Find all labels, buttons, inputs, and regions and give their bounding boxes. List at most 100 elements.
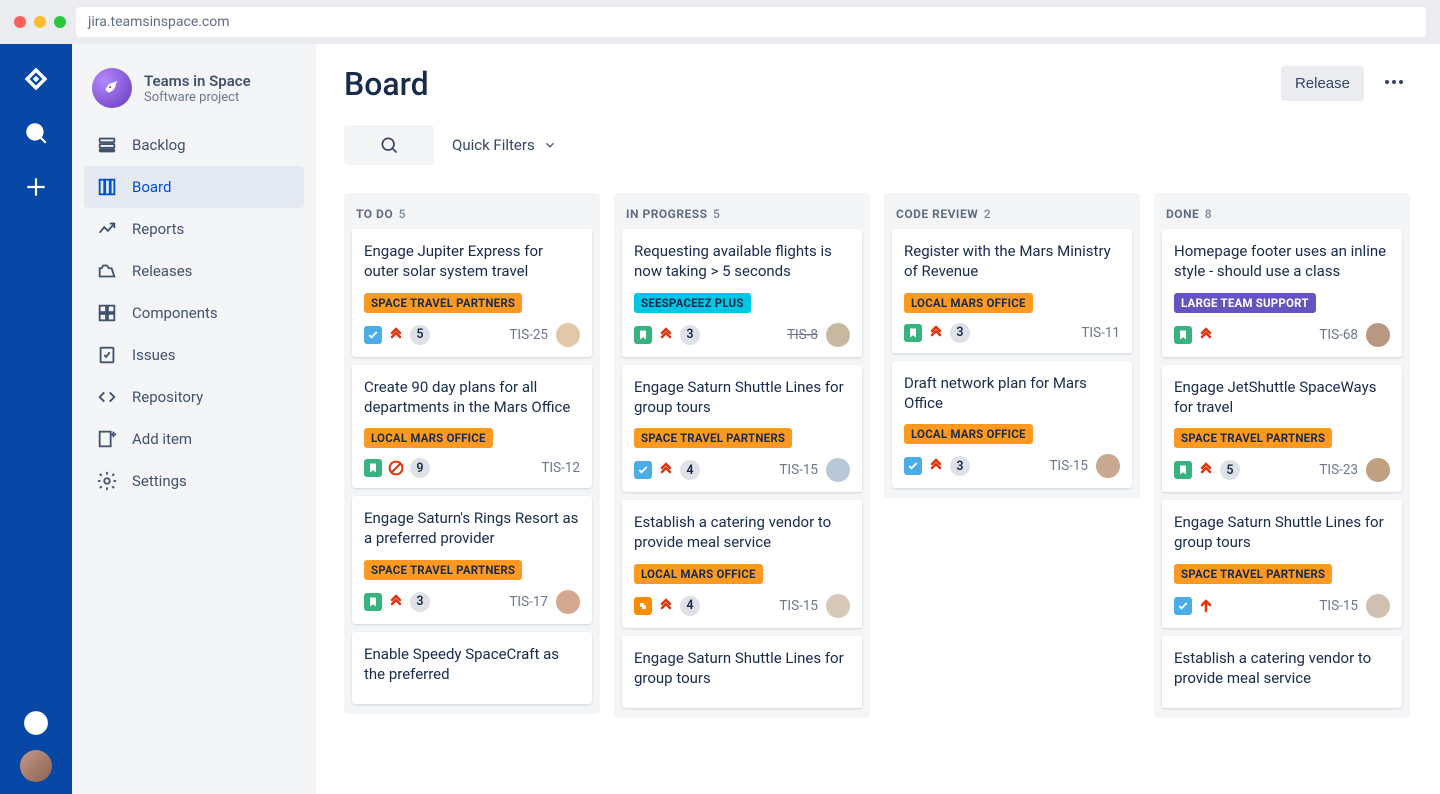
more-menu-button[interactable] bbox=[1376, 64, 1412, 103]
issue-card[interactable]: Engage Jupiter Express for outer solar s… bbox=[352, 229, 592, 357]
issue-card[interactable]: Engage Saturn's Rings Resort as a prefer… bbox=[352, 496, 592, 624]
column-header: TO DO 5 bbox=[344, 193, 600, 229]
issue-card[interactable]: Engage Saturn Shuttle Lines for group to… bbox=[622, 365, 862, 493]
board-column: DONE 8Homepage footer uses an inline sty… bbox=[1154, 193, 1410, 718]
estimate-badge: 3 bbox=[680, 325, 700, 345]
issue-card[interactable]: Engage JetShuttle SpaceWays for travelSP… bbox=[1162, 365, 1402, 493]
close-window-button[interactable] bbox=[14, 16, 26, 28]
maximize-window-button[interactable] bbox=[54, 16, 66, 28]
task-type-icon bbox=[634, 461, 652, 479]
assignee-avatar[interactable] bbox=[1096, 454, 1120, 478]
card-title: Enable Speedy SpaceCraft as the preferre… bbox=[364, 644, 580, 685]
card-meta: 4TIS-15 bbox=[634, 458, 850, 482]
estimate-badge: 5 bbox=[410, 325, 430, 345]
column-header: DONE 8 bbox=[1154, 193, 1410, 229]
issue-card[interactable]: Register with the Mars Ministry of Reven… bbox=[892, 229, 1132, 353]
help-icon[interactable] bbox=[21, 708, 51, 738]
assignee-avatar[interactable] bbox=[1366, 594, 1390, 618]
project-name: Teams in Space bbox=[144, 72, 251, 90]
story-type-icon bbox=[364, 593, 382, 611]
issue-card[interactable]: Establish a catering vendor to provide m… bbox=[622, 500, 862, 628]
issue-key: TIS-23 bbox=[1319, 462, 1358, 478]
priority-blocker-icon bbox=[388, 460, 404, 476]
sidebar-item-releases[interactable]: Releases bbox=[84, 250, 304, 292]
search-icon[interactable] bbox=[21, 118, 51, 148]
column-title: TO DO bbox=[356, 207, 393, 221]
card-epic-label: SPACE TRAVEL PARTNERS bbox=[364, 293, 522, 313]
sidebar-item-settings[interactable]: Settings bbox=[84, 460, 304, 502]
assignee-avatar[interactable] bbox=[826, 323, 850, 347]
sidebar-item-repository[interactable]: Repository bbox=[84, 376, 304, 418]
estimate-badge: 3 bbox=[410, 592, 430, 612]
card-meta: 4TIS-15 bbox=[634, 594, 850, 618]
issue-card[interactable]: Requesting available flights is now taki… bbox=[622, 229, 862, 357]
sidebar-item-board[interactable]: Board bbox=[84, 166, 304, 208]
assignee-avatar[interactable] bbox=[826, 594, 850, 618]
priority-highest-icon bbox=[928, 458, 944, 474]
assignee-avatar[interactable] bbox=[1366, 323, 1390, 347]
story-type-icon bbox=[634, 326, 652, 344]
issue-card[interactable]: Engage Saturn Shuttle Lines for group to… bbox=[1162, 500, 1402, 628]
assignee-avatar[interactable] bbox=[556, 590, 580, 614]
global-nav-rail bbox=[0, 44, 72, 794]
sidebar-item-reports[interactable]: Reports bbox=[84, 208, 304, 250]
url-text: jira.teamsinspace.com bbox=[88, 14, 230, 30]
priority-highest-icon bbox=[658, 462, 674, 478]
card-meta: 5TIS-25 bbox=[364, 323, 580, 347]
card-epic-label: SPACE TRAVEL PARTNERS bbox=[1174, 428, 1332, 448]
board-search-button[interactable] bbox=[344, 125, 434, 165]
issue-card[interactable]: Establish a catering vendor to provide m… bbox=[1162, 636, 1402, 709]
card-meta: 9TIS-12 bbox=[364, 458, 580, 478]
card-epic-label: LOCAL MARS OFFICE bbox=[904, 293, 1033, 313]
issue-key: TIS-11 bbox=[1081, 325, 1120, 341]
assignee-avatar[interactable] bbox=[826, 458, 850, 482]
board-column: TO DO 5Engage Jupiter Express for outer … bbox=[344, 193, 600, 714]
estimate-badge: 3 bbox=[950, 323, 970, 343]
minimize-window-button[interactable] bbox=[34, 16, 46, 28]
quick-filters-dropdown[interactable]: Quick Filters bbox=[452, 136, 557, 154]
sidebar-item-add-item[interactable]: Add item bbox=[84, 418, 304, 460]
sidebar-item-backlog[interactable]: Backlog bbox=[84, 124, 304, 166]
page-title: Board bbox=[344, 65, 429, 103]
sidebar-item-issues[interactable]: Issues bbox=[84, 334, 304, 376]
card-epic-label: LARGE TEAM SUPPORT bbox=[1174, 293, 1316, 313]
card-title: Establish a catering vendor to provide m… bbox=[634, 512, 850, 553]
content-header: Board Release bbox=[344, 64, 1412, 103]
board-column: CODE REVIEW 2Register with the Mars Mini… bbox=[884, 193, 1140, 498]
issue-card[interactable]: Create 90 day plans for all departments … bbox=[352, 365, 592, 489]
card-title: Engage Saturn Shuttle Lines for group to… bbox=[1174, 512, 1390, 553]
priority-highest-icon bbox=[928, 325, 944, 341]
quick-filters-label: Quick Filters bbox=[452, 136, 535, 154]
issue-card[interactable]: Homepage footer uses an inline style - s… bbox=[1162, 229, 1402, 357]
issue-card[interactable]: Engage Saturn Shuttle Lines for group to… bbox=[622, 636, 862, 709]
issue-card[interactable]: Enable Speedy SpaceCraft as the preferre… bbox=[352, 632, 592, 705]
browser-chrome: jira.teamsinspace.com bbox=[0, 0, 1440, 44]
create-icon[interactable] bbox=[21, 172, 51, 202]
card-list: Register with the Mars Ministry of Reven… bbox=[884, 229, 1140, 488]
issue-key: TIS-17 bbox=[509, 594, 548, 610]
story-type-icon bbox=[364, 459, 382, 477]
project-sidebar: Teams in Space Software project Backlog … bbox=[72, 44, 316, 794]
release-button[interactable]: Release bbox=[1281, 66, 1364, 101]
product-logo-icon[interactable] bbox=[21, 64, 51, 94]
main-content: Board Release Quick Filters TO DO 5Engag… bbox=[316, 44, 1440, 794]
project-header[interactable]: Teams in Space Software project bbox=[84, 68, 304, 124]
card-title: Engage Saturn's Rings Resort as a prefer… bbox=[364, 508, 580, 549]
chevron-down-icon bbox=[543, 138, 557, 152]
assignee-avatar[interactable] bbox=[1366, 458, 1390, 482]
issue-key: TIS-15 bbox=[1319, 598, 1358, 614]
sidebar-item-label: Add item bbox=[132, 430, 192, 448]
board-columns: TO DO 5Engage Jupiter Express for outer … bbox=[344, 193, 1412, 718]
assignee-avatar[interactable] bbox=[556, 323, 580, 347]
board-column: IN PROGRESS 5Requesting available flight… bbox=[614, 193, 870, 718]
column-title: DONE bbox=[1166, 207, 1199, 221]
task-type-icon bbox=[1174, 597, 1192, 615]
profile-avatar[interactable] bbox=[20, 750, 52, 782]
card-title: Register with the Mars Ministry of Reven… bbox=[904, 241, 1120, 282]
url-bar[interactable]: jira.teamsinspace.com bbox=[76, 7, 1426, 37]
issue-card[interactable]: Draft network plan for Mars OfficeLOCAL … bbox=[892, 361, 1132, 489]
card-list: Homepage footer uses an inline style - s… bbox=[1154, 229, 1410, 708]
card-epic-label: SPACE TRAVEL PARTNERS bbox=[634, 428, 792, 448]
priority-highest-icon bbox=[388, 594, 404, 610]
sidebar-item-components[interactable]: Components bbox=[84, 292, 304, 334]
